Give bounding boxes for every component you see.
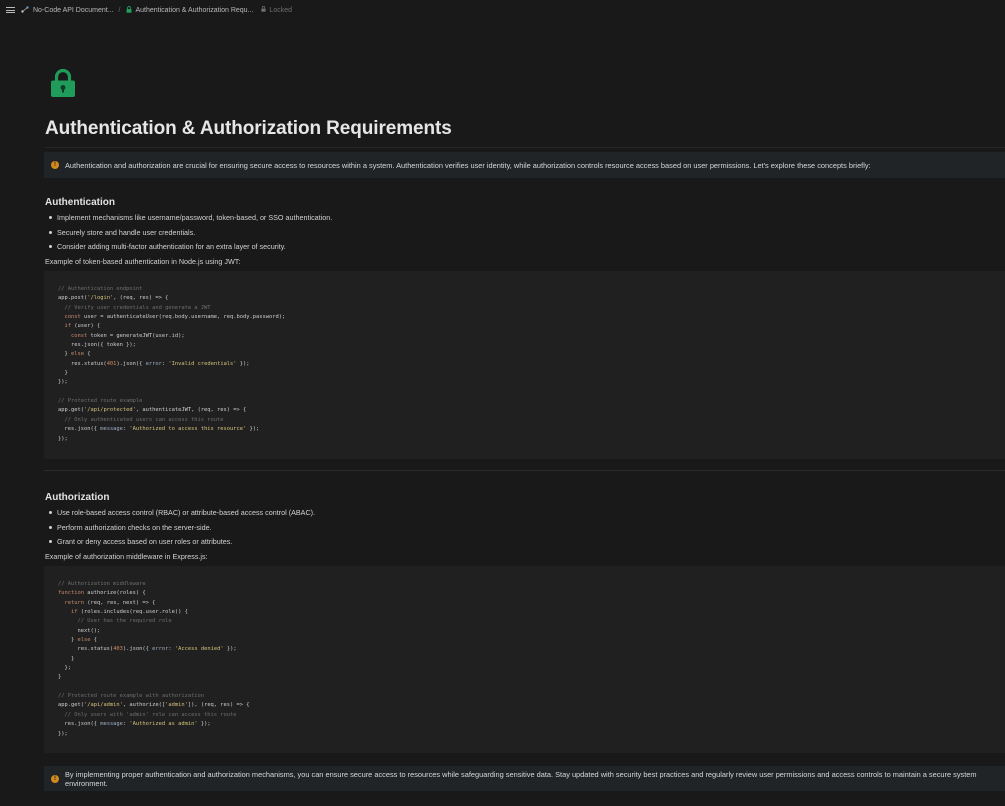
info-icon: ! xyxy=(51,774,59,783)
code-line: // Only authenticated users can access t… xyxy=(58,416,224,423)
code-line: // Authentication endpoint xyxy=(58,286,143,292)
hamburger-menu-icon[interactable] xyxy=(6,7,15,13)
authentication-bullets: Implement mechanisms like username/passw… xyxy=(45,213,332,257)
outro-callout: ! By implementing proper authentication … xyxy=(44,766,1005,791)
authorization-heading: Authorization xyxy=(45,492,110,503)
outro-callout-text: By implementing proper authentication an… xyxy=(65,769,977,788)
list-item: Grant or deny access based on user roles… xyxy=(45,537,315,552)
intro-callout-text: Authentication and authorization are cru… xyxy=(65,160,871,170)
breadcrumb-separator: / xyxy=(118,6,121,14)
page-title: Authentication & Authorization Requireme… xyxy=(45,118,452,139)
intro-callout: ! Authentication and authorization are c… xyxy=(44,152,1005,178)
authorization-code-block[interactable]: // Authorization middleware function aut… xyxy=(44,566,1005,753)
locked-icon xyxy=(261,6,267,14)
breadcrumb-workspace-label: No-Code API Document... xyxy=(33,6,114,14)
list-item: Implement mechanisms like username/passw… xyxy=(45,213,332,228)
code-line: // Protected route example xyxy=(58,398,143,405)
authorization-example-label: Example of authorization middleware in E… xyxy=(45,552,208,561)
code-line: // Authorization middleware xyxy=(58,581,146,587)
code-line: // Protected route example with authoriz… xyxy=(58,693,205,700)
authentication-example-label: Example of token-based authentication in… xyxy=(45,257,241,266)
locked-label: Locked xyxy=(269,6,292,14)
page-lock-icon[interactable] xyxy=(50,68,76,98)
section-divider xyxy=(44,470,1005,471)
topbar: No-Code API Document... / Authentication… xyxy=(0,0,1005,20)
title-divider xyxy=(45,147,1005,148)
info-icon: ! xyxy=(51,161,59,169)
code-line: // Verify user credentials and generate … xyxy=(58,304,211,311)
authentication-code-block[interactable]: // Authentication endpoint app.post('/lo… xyxy=(44,271,1005,459)
breadcrumb-page-label: Authentication & Authorization Requ... xyxy=(135,6,254,14)
list-item: Perform authorization checks on the serv… xyxy=(45,523,315,538)
breadcrumb-workspace[interactable]: No-Code API Document... xyxy=(21,5,114,15)
code-line: // User has the required role xyxy=(58,618,172,625)
locked-status[interactable]: Locked xyxy=(261,6,292,14)
authorization-bullets: Use role-based access control (RBAC) or … xyxy=(45,508,315,552)
lock-icon xyxy=(126,5,132,15)
breadcrumb-page[interactable]: Authentication & Authorization Requ... xyxy=(126,5,254,15)
list-item: Securely store and handle user credentia… xyxy=(45,228,332,243)
list-item: Consider adding multi-factor authenticat… xyxy=(45,242,332,257)
list-item: Use role-based access control (RBAC) or … xyxy=(45,508,315,523)
authentication-heading: Authentication xyxy=(45,197,115,208)
code-line: // Only users with 'admin' role can acce… xyxy=(58,711,237,718)
api-icon xyxy=(21,5,29,15)
